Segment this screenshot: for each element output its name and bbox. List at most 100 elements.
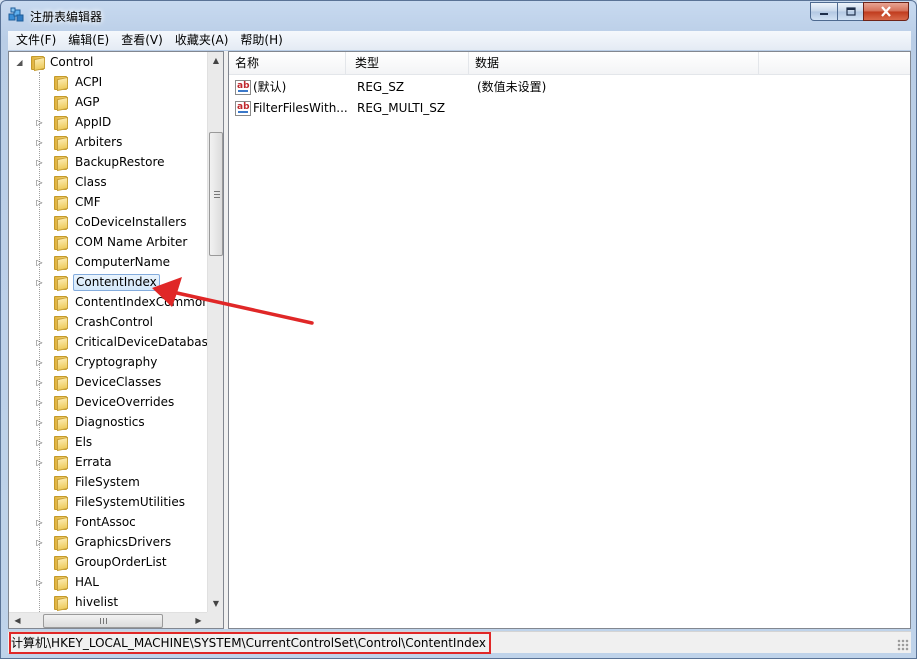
menu-favorites[interactable]: 收藏夹(A) bbox=[169, 31, 235, 50]
caption-buttons bbox=[810, 2, 909, 22]
values-list-pane[interactable]: 名称 类型 数据 ab (默认) REG_SZ (数值未设置) ab FilterFile… bbox=[228, 51, 911, 629]
expand-icon[interactable]: ▷ bbox=[35, 438, 44, 447]
expand-icon[interactable]: ▷ bbox=[35, 138, 44, 147]
tree-item[interactable]: ▷ Els bbox=[9, 433, 207, 453]
tree-item[interactable]: ▷ DeviceOverrides bbox=[9, 393, 207, 413]
value-type: REG_MULTI_SZ bbox=[357, 101, 446, 115]
tree-item-label: DeviceOverrides bbox=[75, 395, 175, 409]
scroll-up-icon[interactable]: ▲ bbox=[208, 52, 223, 69]
tree-vertical-scroll-thumb[interactable] bbox=[209, 132, 223, 256]
tree-item[interactable]: ▷ GraphicsDrivers bbox=[9, 533, 207, 553]
tree-item[interactable]: ▷ Class bbox=[9, 173, 207, 193]
tree-item[interactable]: ▷ ContentIndex bbox=[9, 273, 207, 293]
folder-icon bbox=[53, 136, 69, 152]
menu-edit[interactable]: 编辑(E) bbox=[62, 31, 115, 50]
tree-item-label: FontAssoc bbox=[75, 515, 136, 529]
regedit-icon bbox=[8, 7, 24, 22]
tree-horizontal-scroll-thumb[interactable] bbox=[43, 614, 163, 628]
tree-item-control[interactable]: ◢ Control bbox=[9, 53, 207, 73]
key-tree-pane[interactable]: ◢ Control ▷ACPI▷AGP▷AppID▷Arbiters▷Backu… bbox=[8, 51, 224, 629]
expand-icon[interactable]: ▷ bbox=[35, 338, 44, 347]
expand-icon[interactable]: ▷ bbox=[35, 378, 44, 387]
expand-icon[interactable]: ▷ bbox=[35, 178, 44, 187]
folder-icon bbox=[53, 376, 69, 392]
tree-item-label: Els bbox=[75, 435, 93, 449]
value-type: REG_SZ bbox=[357, 80, 405, 94]
tree-item[interactable]: ▷ Arbiters bbox=[9, 133, 207, 153]
expand-icon[interactable]: ▷ bbox=[35, 358, 44, 367]
tree-vertical-scrollbar[interactable]: ▲ ▼ bbox=[207, 52, 223, 612]
menu-file[interactable]: 文件(F) bbox=[10, 31, 62, 50]
tree-item[interactable]: ▷ ComputerName bbox=[9, 253, 207, 273]
scroll-left-icon[interactable]: ◀ bbox=[9, 613, 26, 628]
menu-help[interactable]: 帮助(H) bbox=[234, 31, 288, 50]
tree-item[interactable]: ▷GroupOrderList bbox=[9, 553, 207, 573]
folder-icon bbox=[53, 176, 69, 192]
tree-item-label: Cryptography bbox=[75, 355, 158, 369]
expand-icon[interactable]: ▷ bbox=[35, 458, 44, 467]
tree-item[interactable]: ▷ AppID bbox=[9, 113, 207, 133]
expand-icon[interactable]: ▷ bbox=[35, 258, 44, 267]
collapse-icon[interactable]: ◢ bbox=[15, 58, 24, 67]
tree-item[interactable]: ▷ CMF bbox=[9, 193, 207, 213]
close-button[interactable] bbox=[863, 2, 909, 21]
menu-view[interactable]: 查看(V) bbox=[115, 31, 169, 50]
minimize-icon bbox=[820, 12, 828, 15]
tree-item-label: CriticalDeviceDatabase bbox=[75, 335, 207, 349]
tree-item[interactable]: ▷ContentIndexCommon bbox=[9, 293, 207, 313]
tree-horizontal-scrollbar[interactable]: ◀ ▶ bbox=[9, 612, 207, 628]
expand-icon[interactable]: ▷ bbox=[35, 158, 44, 167]
menu-bar: 文件(F) 编辑(E) 查看(V) 收藏夹(A) 帮助(H) bbox=[8, 31, 911, 50]
tree-item[interactable]: ▷ Errata bbox=[9, 453, 207, 473]
column-header-type[interactable]: 类型 bbox=[349, 52, 469, 75]
expand-icon[interactable]: ▷ bbox=[35, 278, 44, 287]
resize-grip-icon[interactable] bbox=[897, 639, 909, 651]
column-header-data[interactable]: 数据 bbox=[469, 52, 759, 75]
maximize-button[interactable] bbox=[837, 2, 863, 21]
tree-item[interactable]: ▷FileSystemUtilities bbox=[9, 493, 207, 513]
tree-item-label: Class bbox=[75, 175, 107, 189]
tree-item[interactable]: ▷COM Name Arbiter bbox=[9, 233, 207, 253]
tree-item[interactable]: ▷AGP bbox=[9, 93, 207, 113]
tree-item[interactable]: ▷ DeviceClasses bbox=[9, 373, 207, 393]
folder-icon bbox=[53, 476, 69, 492]
tree-item[interactable]: ▷hivelist bbox=[9, 593, 207, 612]
scroll-right-icon[interactable]: ▶ bbox=[190, 613, 207, 628]
folder-icon bbox=[53, 416, 69, 432]
scroll-down-icon[interactable]: ▼ bbox=[208, 595, 223, 612]
expand-icon[interactable]: ▷ bbox=[35, 538, 44, 547]
expand-icon[interactable]: ▷ bbox=[35, 418, 44, 427]
tree-item[interactable]: ▷ Cryptography bbox=[9, 353, 207, 373]
value-data: (数值未设置) bbox=[477, 80, 547, 94]
tree-item[interactable]: ▷ CriticalDeviceDatabase bbox=[9, 333, 207, 353]
tree-item-label: ComputerName bbox=[75, 255, 171, 269]
list-item[interactable]: ab (默认) REG_SZ (数值未设置) bbox=[229, 77, 910, 98]
tree-item[interactable]: ▷ACPI bbox=[9, 73, 207, 93]
status-bar: 计算机\HKEY_LOCAL_MACHINE\SYSTEM\CurrentCon… bbox=[8, 631, 911, 654]
tree-item[interactable]: ▷CrashControl bbox=[9, 313, 207, 333]
title-bar[interactable]: 注册表编辑器 bbox=[1, 1, 916, 31]
column-header-name[interactable]: 名称 bbox=[229, 52, 346, 75]
list-item[interactable]: ab FilterFilesWith... REG_MULTI_SZ bbox=[229, 98, 910, 119]
tree-item-label: ACPI bbox=[75, 75, 103, 89]
tree-item[interactable]: ▷CoDeviceInstallers bbox=[9, 213, 207, 233]
tree-item[interactable]: ▷ BackupRestore bbox=[9, 153, 207, 173]
string-value-icon: ab bbox=[235, 80, 251, 95]
expand-icon[interactable]: ▷ bbox=[35, 398, 44, 407]
expand-icon[interactable]: ▷ bbox=[35, 518, 44, 527]
folder-icon bbox=[53, 256, 69, 272]
folder-icon bbox=[53, 436, 69, 452]
folder-icon bbox=[53, 356, 69, 372]
minimize-button[interactable] bbox=[810, 2, 837, 21]
folder-icon bbox=[53, 296, 69, 312]
tree-item[interactable]: ▷FileSystem bbox=[9, 473, 207, 493]
expand-icon[interactable]: ▷ bbox=[35, 578, 44, 587]
folder-icon bbox=[53, 316, 69, 332]
folder-icon bbox=[53, 76, 69, 92]
tree-item[interactable]: ▷ HAL bbox=[9, 573, 207, 593]
expand-icon[interactable]: ▷ bbox=[35, 118, 44, 127]
tree-item[interactable]: ▷ FontAssoc bbox=[9, 513, 207, 533]
expand-icon[interactable]: ▷ bbox=[35, 198, 44, 207]
tree-item[interactable]: ▷ Diagnostics bbox=[9, 413, 207, 433]
close-icon bbox=[881, 6, 891, 17]
